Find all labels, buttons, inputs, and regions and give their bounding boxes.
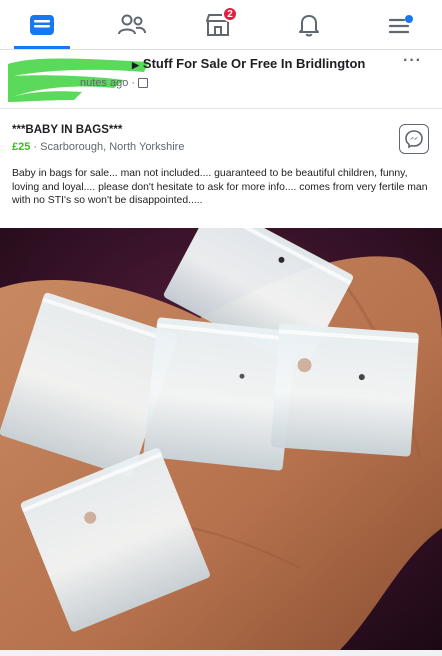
nav-marketplace-button[interactable]: 2	[198, 6, 238, 42]
listing-price: £25	[12, 141, 31, 153]
listing-description: Baby in bags for sale... man not include…	[12, 168, 428, 206]
listing-photo[interactable]	[0, 228, 442, 650]
home-card-icon	[30, 15, 54, 35]
group-name-link[interactable]: ▶ Stuff For Sale Or Free In Bridlington	[132, 56, 365, 71]
listing-price-location: £25 · Scarborough, North Yorkshire	[12, 141, 184, 153]
bag-3	[143, 317, 297, 471]
active-tab-indicator	[14, 46, 70, 49]
post-timestamp[interactable]: nutes ago ·	[80, 77, 149, 89]
listing-location: · Scarborough, North Yorkshire	[30, 141, 185, 153]
bag-4	[270, 323, 419, 457]
hamburger-menu-icon	[388, 15, 413, 34]
friends-icon	[118, 14, 146, 35]
bell-icon	[299, 15, 319, 37]
post-header: ▶ Stuff For Sale Or Free In Bridlington n…	[0, 50, 442, 108]
messenger-icon	[405, 130, 423, 149]
divider	[0, 108, 442, 109]
top-nav: 2	[0, 0, 442, 50]
nav-notifications-button[interactable]	[289, 8, 329, 42]
listing-title: ***BABY IN BAGS***	[12, 124, 123, 136]
nav-friends-button[interactable]	[112, 8, 152, 42]
feed-separator	[0, 650, 442, 656]
more-options-button[interactable]: ···	[403, 52, 422, 70]
nav-menu-button[interactable]	[380, 8, 420, 42]
listing-info: ***BABY IN BAGS*** £25 · Scarborough, No…	[0, 110, 442, 160]
message-seller-button[interactable]	[399, 124, 429, 154]
nav-home-button[interactable]	[22, 8, 62, 42]
marketplace-badge: 2	[222, 6, 238, 22]
listing-type-icon	[138, 78, 149, 88]
photo-illustration	[0, 228, 442, 650]
arrow-right-icon: ▶	[132, 60, 139, 70]
